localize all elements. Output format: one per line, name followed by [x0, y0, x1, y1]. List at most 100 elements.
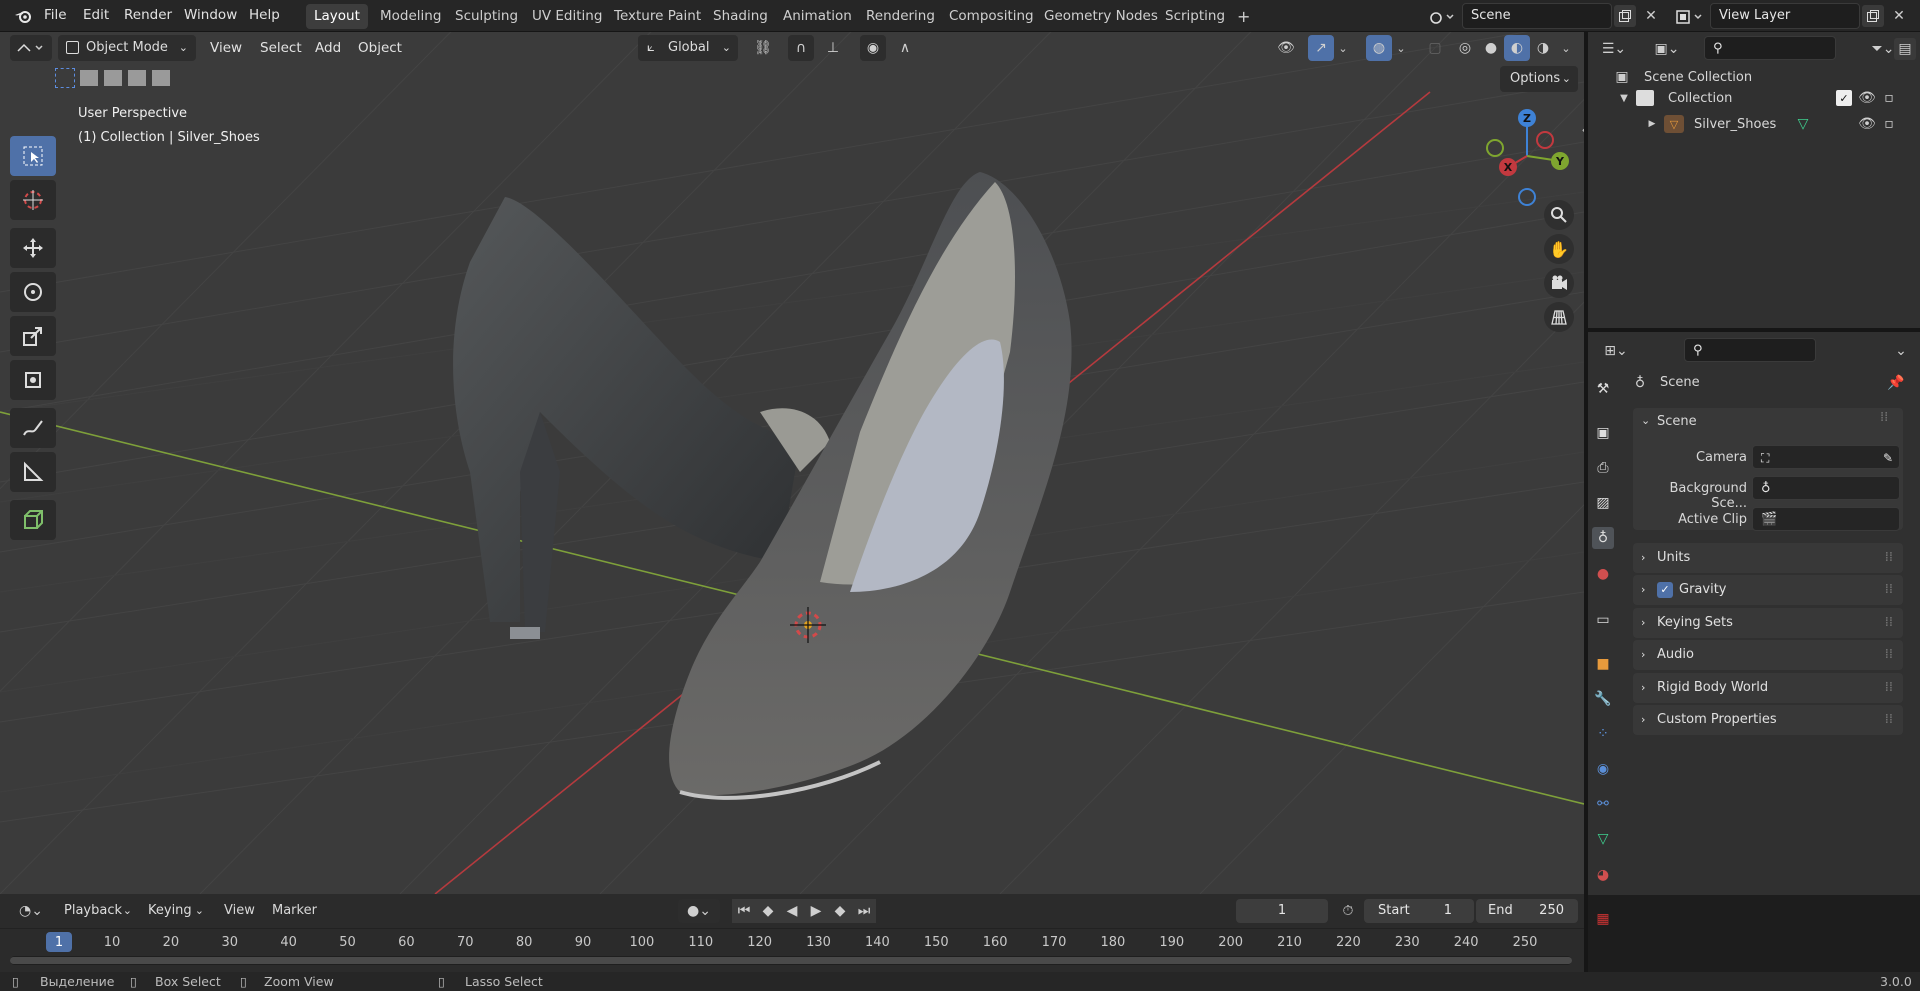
scale-tool[interactable] — [10, 316, 56, 356]
move-tool[interactable] — [10, 228, 56, 268]
data-tab-icon[interactable]: ▽ — [1592, 828, 1614, 850]
pivot-point-icon[interactable]: ⛓ — [746, 35, 780, 61]
options-chevron-icon[interactable]: ⌄ — [1890, 340, 1912, 362]
outliner-editor-type-icon[interactable]: ☰⌄ — [1596, 38, 1632, 60]
eye-icon[interactable]: 👁 — [1858, 90, 1876, 106]
chevron-down-icon[interactable]: ⌄ — [1334, 35, 1352, 61]
output-tab-icon[interactable]: ⎙ — [1592, 457, 1614, 479]
outliner-search-input[interactable]: ⚲ — [1704, 36, 1836, 60]
scene-collection-label[interactable]: Scene Collection — [1644, 70, 1752, 85]
object-tab-icon[interactable]: ■ — [1592, 653, 1614, 675]
tab-texture-paint[interactable]: Texture Paint — [606, 4, 709, 29]
timeline-view-menu[interactable]: View — [224, 903, 255, 918]
drag-handle-icon[interactable]: ⁞⁞ — [1885, 640, 1893, 670]
add-workspace-button[interactable]: + — [1229, 4, 1258, 29]
menu-add[interactable]: Add — [315, 35, 341, 61]
timeline-scrollbar[interactable] — [10, 956, 1572, 965]
tab-modeling[interactable]: Modeling — [372, 4, 449, 29]
constraints-tab-icon[interactable]: ⚯ — [1592, 793, 1614, 815]
play-icon[interactable]: ▶ — [804, 899, 828, 923]
tab-geometry-nodes[interactable]: Geometry Nodes — [1036, 4, 1166, 29]
chevron-down-icon[interactable]: ⌄ — [1392, 35, 1410, 61]
drag-handle-icon[interactable]: ⁞⁞ — [1885, 543, 1893, 573]
material-tab-icon[interactable]: ◕ — [1592, 864, 1614, 886]
xray-toggle-icon[interactable]: ▢ — [1422, 35, 1448, 61]
jump-end-icon[interactable]: ⏭ — [852, 899, 876, 923]
scene-section-title[interactable]: Scene — [1657, 414, 1697, 429]
material-preview-shading-icon[interactable]: ◐ — [1504, 35, 1530, 61]
camera-field[interactable]: ⛶ ✎ — [1752, 445, 1900, 469]
gizmo-toggle-icon[interactable]: ↗ — [1308, 35, 1334, 61]
chevron-down-icon[interactable]: ⌄ — [1641, 414, 1650, 427]
navigation-gizmo[interactable]: Z Y X — [1480, 106, 1580, 206]
menu-render[interactable]: Render — [124, 7, 172, 23]
timeline-marker-menu[interactable]: Marker — [272, 903, 317, 918]
new-scene-icon[interactable] — [1614, 5, 1636, 27]
gravity-checkbox[interactable]: ✓ — [1657, 582, 1673, 598]
background-scene-field[interactable]: ♁ — [1752, 476, 1900, 500]
orthographic-grid-icon[interactable] — [1544, 302, 1574, 332]
gravity-panel[interactable]: › ✓ Gravity ⁞⁞ — [1633, 575, 1903, 605]
camera-view-icon[interactable] — [1544, 268, 1574, 298]
timeline-scrollbar-thumb[interactable] — [10, 957, 1572, 964]
view-layer-selector-icon[interactable] — [1672, 5, 1708, 29]
tool-tab-icon[interactable]: ⚒ — [1592, 378, 1614, 400]
blender-logo-icon[interactable] — [12, 6, 34, 26]
transform-orientation-dropdown[interactable]: Global ⟀ ⌄ — [638, 35, 738, 61]
render-tab-icon[interactable]: ▣ — [1592, 422, 1614, 444]
new-collection-icon[interactable]: ▤ — [1894, 38, 1916, 60]
options-dropdown[interactable]: Options ⌄ — [1500, 66, 1578, 92]
area-divider[interactable] — [1588, 328, 1920, 332]
custom-properties-panel[interactable]: › Custom Properties ⁞⁞ — [1633, 705, 1903, 735]
drag-handle-icon[interactable]: ⁞⁞ — [1885, 673, 1893, 703]
transform-tool[interactable] — [10, 360, 56, 400]
drag-handle-icon[interactable]: ⁞⁞ — [1880, 410, 1888, 425]
texture-tab-icon[interactable]: ▦ — [1592, 908, 1614, 930]
tab-uv-editing[interactable]: UV Editing — [524, 4, 610, 29]
active-clip-field[interactable]: 🎬 — [1752, 507, 1900, 531]
menu-help[interactable]: Help — [249, 7, 280, 23]
tab-animation[interactable]: Animation — [775, 4, 860, 29]
scene-tab-icon[interactable]: ♁ — [1592, 527, 1614, 549]
snap-target-icon[interactable]: ⊥ — [816, 35, 850, 61]
snap-icon[interactable]: ∩ — [788, 35, 814, 61]
object-label[interactable]: Silver_Shoes — [1694, 117, 1776, 132]
keying-menu[interactable]: Keying ⌄ — [140, 899, 210, 923]
playback-menu[interactable]: Playback ⌄ — [56, 899, 138, 923]
expand-collection-icon[interactable]: ▼ — [1618, 90, 1630, 106]
tab-sculpting[interactable]: Sculpting — [447, 4, 526, 29]
wireframe-shading-icon[interactable]: ◎ — [1452, 35, 1478, 61]
cursor-tool[interactable] — [10, 180, 56, 220]
modifier-tab-icon[interactable]: 🔧 — [1592, 688, 1614, 710]
select-subtract-icon[interactable] — [104, 70, 122, 86]
overlays-toggle-icon[interactable]: ◍ — [1366, 35, 1392, 61]
menu-view[interactable]: View — [210, 35, 242, 61]
tab-shading[interactable]: Shading — [705, 4, 776, 29]
physics-tab-icon[interactable]: ◉ — [1592, 758, 1614, 780]
falloff-icon[interactable]: ∧ — [888, 35, 922, 61]
camera-render-icon[interactable]: ▫ — [1880, 116, 1898, 132]
collection-label[interactable]: Collection — [1668, 91, 1732, 106]
pin-icon[interactable]: 📌 — [1886, 373, 1906, 393]
add-cube-tool[interactable] — [10, 500, 56, 540]
start-frame-field[interactable]: Start 1 — [1364, 899, 1474, 923]
mesh-data-icon[interactable]: ▽ — [1794, 116, 1812, 132]
select-new-icon[interactable] — [55, 68, 75, 88]
menu-window[interactable]: Window — [184, 7, 237, 23]
jump-keyframe-back-icon[interactable]: ◆ — [756, 899, 780, 923]
menu-object[interactable]: Object — [358, 35, 402, 61]
collection-tab-icon[interactable]: ▭ — [1592, 609, 1614, 631]
tab-compositing[interactable]: Compositing — [941, 4, 1042, 29]
proportional-edit-icon[interactable]: ◉ — [860, 35, 886, 61]
keying-sets-panel[interactable]: › Keying Sets ⁞⁞ — [1633, 608, 1903, 638]
pan-hand-icon[interactable]: ✋ — [1544, 234, 1574, 264]
eyedropper-icon[interactable]: ✎ — [1883, 446, 1893, 470]
new-view-layer-icon[interactable] — [1862, 5, 1884, 27]
delete-scene-icon[interactable]: ✕ — [1640, 5, 1662, 27]
world-tab-icon[interactable]: ● — [1592, 563, 1614, 585]
drag-handle-icon[interactable]: ⁞⁞ — [1885, 575, 1893, 605]
tab-scripting[interactable]: Scripting — [1157, 4, 1233, 29]
audio-panel[interactable]: › Audio ⁞⁞ — [1633, 640, 1903, 670]
rendered-shading-icon[interactable]: ◑ — [1530, 35, 1556, 61]
tab-layout[interactable]: Layout — [306, 4, 368, 29]
